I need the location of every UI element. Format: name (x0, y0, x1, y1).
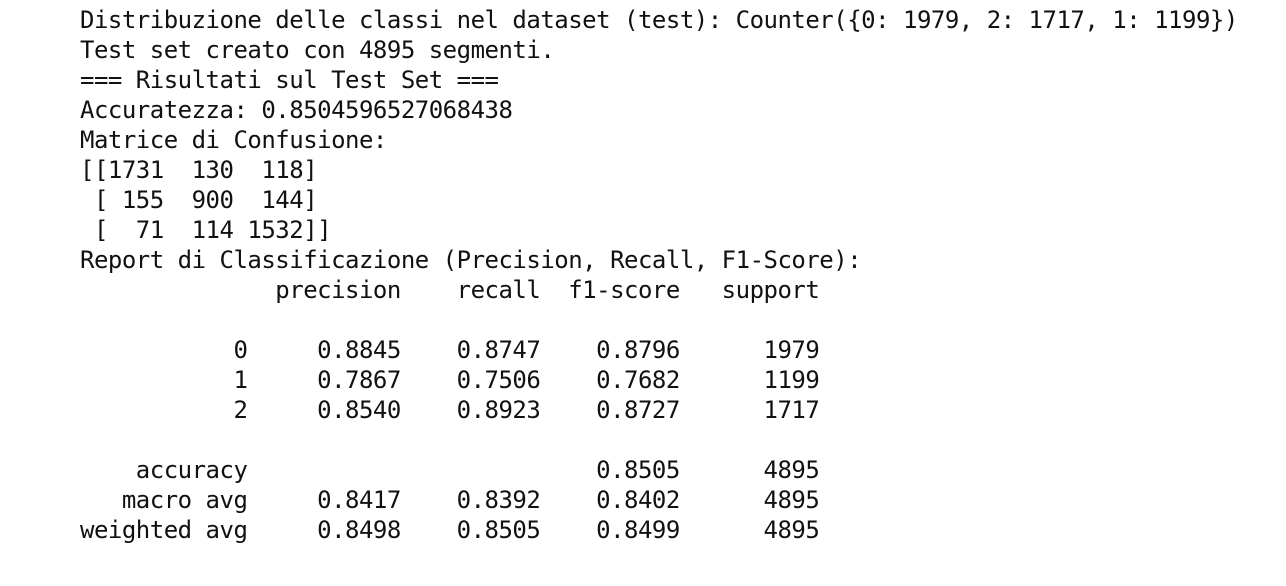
confusion-matrix-row-1: [ 155 900 144] (80, 186, 318, 214)
test-set-created-line: Test set creato con 4895 segmenti. (80, 36, 555, 64)
console-output: Distribuzione delle classi nel dataset (… (80, 5, 1238, 545)
report-row-class-2: 2 0.8540 0.8923 0.8727 1717 (80, 396, 820, 424)
confusion-matrix-row-0: [[1731 130 118] (80, 156, 318, 184)
report-row-class-1: 1 0.7867 0.7506 0.7682 1199 (80, 366, 820, 394)
confusion-matrix-row-2: [ 71 114 1532]] (80, 216, 332, 244)
report-row-macro-avg: macro avg 0.8417 0.8392 0.8402 4895 (80, 486, 820, 514)
accuracy-line: Accuratezza: 0.8504596527068438 (80, 96, 513, 124)
confusion-matrix-title: Matrice di Confusione: (80, 126, 387, 154)
report-row-accuracy: accuracy 0.8505 4895 (80, 456, 820, 484)
classification-report-title: Report di Classificazione (Precision, Re… (80, 246, 862, 274)
class-distribution-line: Distribuzione delle classi nel dataset (… (80, 6, 1238, 34)
results-header-line: === Risultati sul Test Set === (80, 66, 499, 94)
report-row-weighted-avg: weighted avg 0.8498 0.8505 0.8499 4895 (80, 516, 820, 544)
report-header-row: precision recall f1-score support (80, 276, 820, 304)
report-row-class-0: 0 0.8845 0.8747 0.8796 1979 (80, 336, 820, 364)
